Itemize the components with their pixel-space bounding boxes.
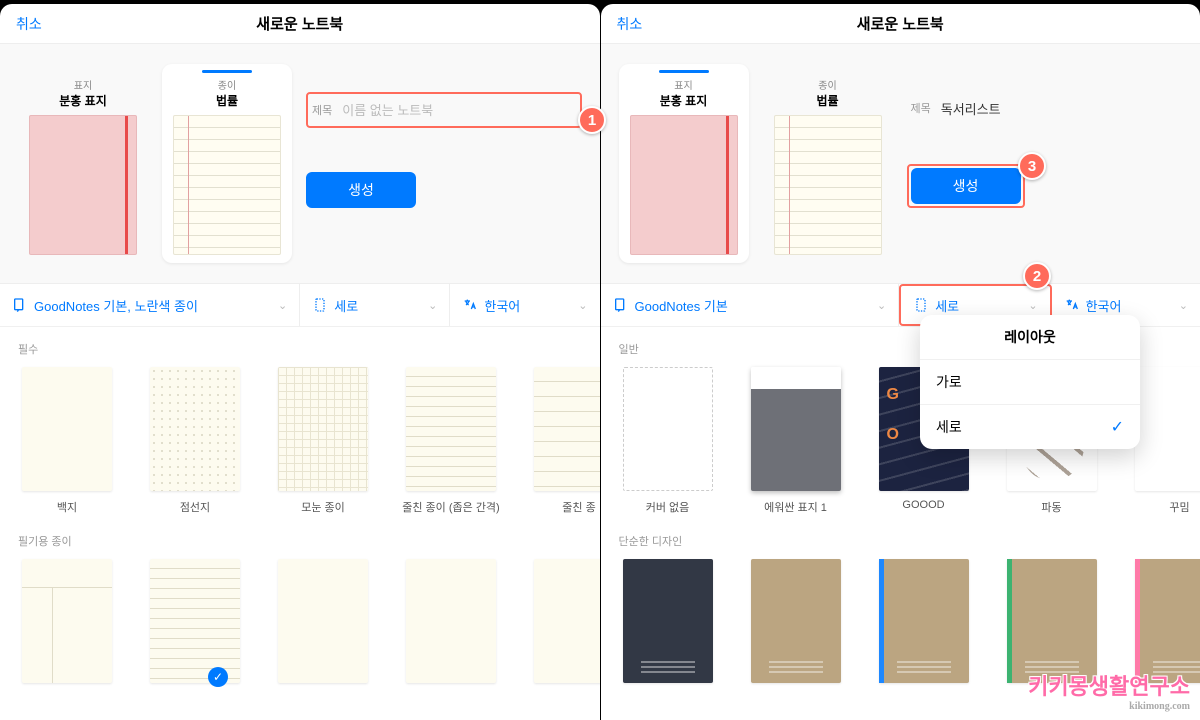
popover-title: 레이아웃 bbox=[920, 315, 1140, 360]
template-item[interactable]: 점선지 bbox=[146, 367, 244, 515]
section-label: 필기용 종이 bbox=[0, 519, 600, 555]
form-column: 제목 생성 bbox=[306, 64, 582, 263]
template-tab[interactable]: GoodNotes 기본⌄ bbox=[601, 284, 900, 326]
tabs-row-left: GoodNotes 기본, 노란색 종이⌄ 세로⌄ 한국어⌄ bbox=[0, 283, 600, 327]
cover-item[interactable]: 꾸밈 bbox=[1131, 367, 1200, 515]
cancel-button[interactable]: 취소 bbox=[617, 14, 643, 34]
check-icon: ✓ bbox=[1111, 417, 1124, 437]
cover-item[interactable] bbox=[747, 559, 845, 691]
cover-tile[interactable]: 표지 분홍 표지 bbox=[619, 64, 749, 263]
header-left: 취소 새로운 노트북 bbox=[0, 4, 600, 44]
cover-tile[interactable]: 표지 분홍 표지 bbox=[18, 64, 148, 263]
paper-tile[interactable]: 종이 법률 bbox=[162, 64, 292, 263]
template-item[interactable]: ✓ bbox=[146, 559, 244, 691]
paper-preview bbox=[173, 115, 281, 255]
orientation-icon bbox=[312, 297, 328, 313]
template-icon bbox=[12, 297, 28, 313]
chevron-down-icon: ⌄ bbox=[278, 299, 287, 312]
check-icon: ✓ bbox=[208, 667, 228, 687]
template-item[interactable] bbox=[274, 559, 372, 691]
paper-tile[interactable]: 종이 법률 bbox=[763, 64, 893, 263]
title-field-row[interactable]: 제목 bbox=[306, 92, 582, 128]
language-icon bbox=[1064, 297, 1080, 313]
title-label: 제목 bbox=[911, 100, 931, 116]
orientation-icon bbox=[913, 297, 929, 313]
cover-preview bbox=[29, 115, 137, 255]
template-grid-1: 백지 점선지 모눈 종이 줄친 종이 (좁은 간격) 줄친 종 bbox=[0, 363, 600, 519]
config-row-left: 표지 분홍 표지 종이 법률 제목 생성 bbox=[0, 44, 600, 283]
form-column: 제목 생성 bbox=[907, 64, 1183, 263]
create-button[interactable]: 생성 bbox=[306, 172, 416, 208]
pane-left: 취소 새로운 노트북 표지 분홍 표지 종이 법률 제목 생성 bbox=[0, 4, 600, 720]
cover-item[interactable] bbox=[875, 559, 973, 691]
cover-item[interactable]: 에워싼 표지 1 bbox=[747, 367, 845, 515]
title-label: 제목 bbox=[312, 102, 332, 118]
language-tab[interactable]: 한국어⌄ bbox=[450, 284, 599, 326]
chevron-down-icon: ⌄ bbox=[1179, 299, 1188, 312]
modal-title: 새로운 노트북 bbox=[601, 13, 1200, 34]
template-item[interactable]: 줄친 종이 (좁은 간격) bbox=[402, 367, 500, 515]
template-item[interactable] bbox=[18, 559, 116, 691]
header-right: 취소 새로운 노트북 bbox=[601, 4, 1200, 44]
popover-option-landscape[interactable]: 가로 bbox=[920, 360, 1140, 405]
template-item[interactable]: 줄친 종 bbox=[530, 367, 600, 515]
template-item[interactable]: 모눈 종이 bbox=[274, 367, 372, 515]
template-item[interactable] bbox=[530, 559, 600, 691]
create-button[interactable]: 생성 bbox=[911, 168, 1021, 204]
modal-title: 새로운 노트북 bbox=[0, 13, 600, 34]
section-label: 필수 bbox=[0, 327, 600, 363]
orientation-tab[interactable]: 세로⌄ bbox=[300, 284, 450, 326]
template-item[interactable] bbox=[402, 559, 500, 691]
chevron-down-icon: ⌄ bbox=[578, 299, 587, 312]
paper-preview bbox=[774, 115, 882, 255]
title-input[interactable] bbox=[941, 101, 1178, 116]
cover-item[interactable]: 커버 없음 bbox=[619, 367, 717, 515]
orientation-popover: 레이아웃 가로 세로✓ bbox=[920, 315, 1140, 449]
template-item[interactable]: 백지 bbox=[18, 367, 116, 515]
cover-preview bbox=[630, 115, 738, 255]
template-grid-2: ✓ bbox=[0, 555, 600, 695]
popover-option-portrait[interactable]: 세로✓ bbox=[920, 405, 1140, 449]
chevron-down-icon: ⌄ bbox=[877, 299, 886, 312]
cancel-button[interactable]: 취소 bbox=[16, 14, 42, 34]
language-icon bbox=[462, 297, 478, 313]
title-input[interactable] bbox=[342, 103, 575, 118]
cover-item[interactable] bbox=[619, 559, 717, 691]
chevron-down-icon: ⌄ bbox=[1028, 299, 1037, 312]
template-tab[interactable]: GoodNotes 기본, 노란색 종이⌄ bbox=[0, 284, 300, 326]
template-icon bbox=[613, 297, 629, 313]
chevron-down-icon: ⌄ bbox=[428, 299, 437, 312]
title-field-row[interactable]: 제목 bbox=[907, 92, 1183, 124]
watermark: 키키몽생활연구소 kikimong.com bbox=[1028, 669, 1190, 712]
config-row-right: 표지 분홍 표지 종이 법률 제목 생성 bbox=[601, 44, 1200, 283]
section-label: 단순한 디자인 bbox=[601, 519, 1200, 555]
